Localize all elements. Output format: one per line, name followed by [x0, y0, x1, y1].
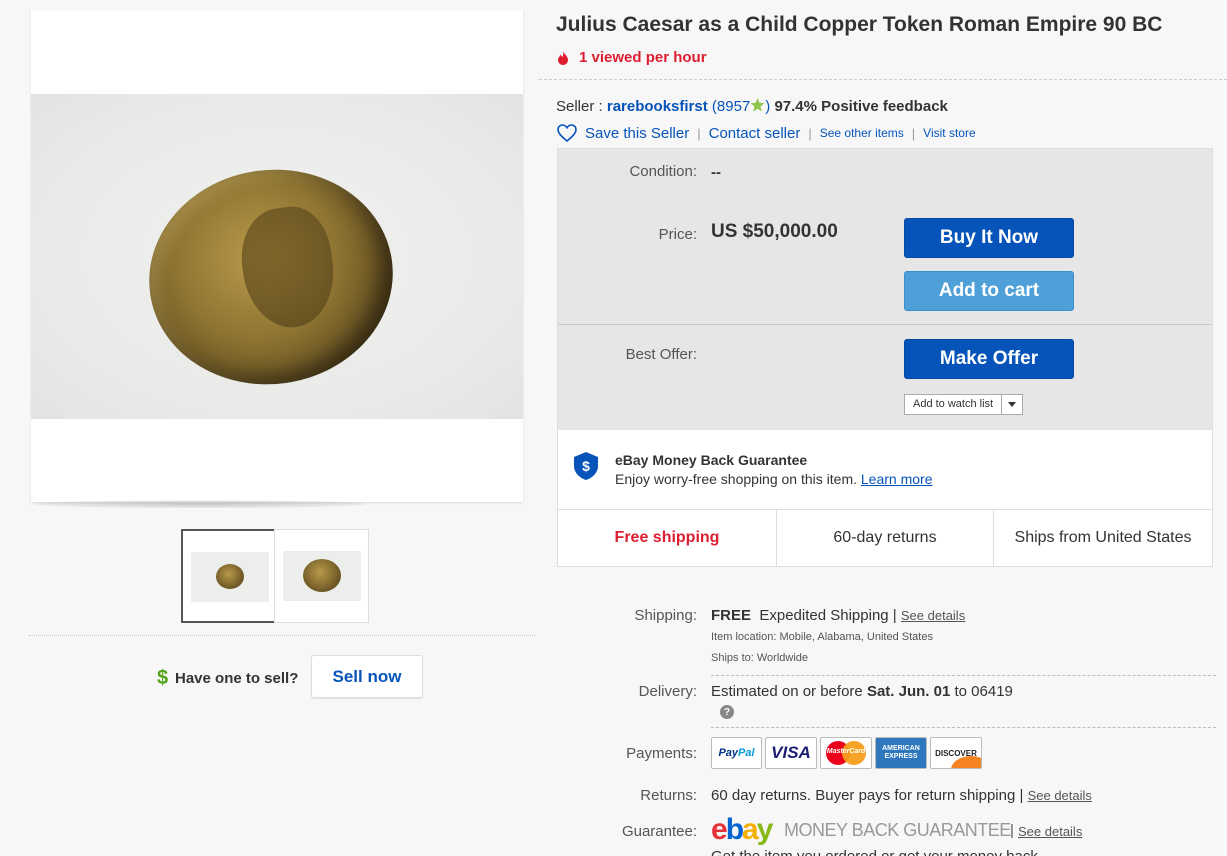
- condition-value: --: [711, 164, 721, 181]
- positive-feedback: 97.4% Positive feedback: [774, 98, 948, 115]
- returns-highlight: 60-day returns: [777, 510, 994, 566]
- guarantee-description: Get the item you ordered or get your mon…: [711, 848, 1042, 856]
- condition-label: Condition:: [629, 163, 697, 180]
- ebay-logo-b: b: [725, 813, 744, 846]
- svg-text:$: $: [582, 458, 590, 474]
- guarantee-see-details-link[interactable]: See details: [1018, 824, 1082, 839]
- visa-logo: VISA: [765, 737, 817, 769]
- coin-photo: [31, 94, 523, 419]
- separator: |: [911, 125, 916, 141]
- heart-icon[interactable]: [557, 124, 577, 142]
- add-to-cart-button[interactable]: Add to cart: [904, 271, 1074, 311]
- divider: [29, 635, 535, 636]
- delivery-prefix: Estimated on or before: [711, 683, 863, 700]
- shield-icon: $: [574, 452, 598, 480]
- guarantee-panel: [558, 430, 1212, 509]
- seller-info: Seller : rarebooksfirst (8957) 97.4% Pos…: [556, 98, 948, 115]
- guarantee-title: eBay Money Back Guarantee: [615, 452, 808, 468]
- separator: |: [697, 125, 701, 141]
- ebay-logo-y: y: [756, 813, 774, 846]
- price-value: US $50,000.00: [711, 221, 838, 242]
- see-other-items-link[interactable]: See other items: [820, 126, 904, 140]
- ebay-logo-a: a: [742, 813, 759, 846]
- divider: [711, 727, 1216, 728]
- image-shadow: [35, 500, 365, 508]
- ships-from-highlight: Ships from United States: [1014, 529, 1192, 546]
- viewed-indicator: 1 viewed per hour: [556, 49, 707, 66]
- ships-to: Ships to: Worldwide: [711, 652, 809, 664]
- shipping-method: Expedited Shipping |: [759, 607, 897, 624]
- sell-prompt: Have one to sell?: [175, 670, 299, 687]
- thumbnail-coin: [303, 559, 341, 592]
- divider: [539, 79, 1227, 80]
- add-to-watch-list-button[interactable]: Add to watch list: [905, 395, 1003, 414]
- returns-see-details-link[interactable]: See details: [1028, 788, 1092, 803]
- sell-now-button[interactable]: Sell now: [311, 655, 423, 698]
- amex-logo: AMERICAN EXPRESS: [875, 737, 927, 769]
- separator: |: [808, 125, 812, 141]
- save-seller-link[interactable]: Save this Seller: [585, 125, 689, 142]
- viewed-text: 1 viewed per hour: [579, 49, 707, 66]
- thumbnail-coin: [216, 564, 244, 589]
- thumbnail-photo: [283, 551, 361, 601]
- flame-icon: [558, 50, 568, 65]
- separator: |: [1010, 822, 1014, 839]
- guarantee-subtitle-text: Enjoy worry-free shopping on this item.: [615, 471, 857, 487]
- returns-text: 60 day returns. Buyer pays for return sh…: [711, 787, 1024, 804]
- divider: [711, 675, 1216, 676]
- delivery-label: Delivery:: [638, 683, 697, 700]
- paypal-logo: Pay Pal: [711, 737, 762, 769]
- delivery-date: Sat. Jun. 01: [866, 683, 951, 700]
- mastercard-circles: MasterCard: [824, 740, 868, 766]
- item-title: Julius Caesar as a Child Copper Token Ro…: [556, 13, 1163, 36]
- paypal-text-a: Pay: [718, 747, 739, 759]
- ebay-logo: ebay: [711, 813, 774, 846]
- highlights-row: Free shipping 60-day returns Ships from …: [558, 509, 1212, 566]
- shipping-value: FREE Expedited Shipping | See details: [711, 607, 965, 624]
- delivery-value: Estimated on or before Sat. Jun. 01 to 0…: [711, 683, 1013, 700]
- price-label: Price:: [658, 226, 697, 243]
- guarantee-subtitle: Enjoy worry-free shopping on this item. …: [615, 471, 932, 487]
- shipping-see-details-link[interactable]: See details: [901, 608, 965, 623]
- coin-image: [135, 154, 407, 400]
- seller-name-link[interactable]: rarebooksfirst: [607, 98, 708, 115]
- thumbnail-2[interactable]: [274, 529, 369, 623]
- watch-list-control: Add to watch list: [904, 394, 1024, 415]
- contact-seller-link[interactable]: Contact seller: [709, 125, 801, 142]
- feedback-score-open[interactable]: (8957: [712, 98, 750, 115]
- make-offer-button[interactable]: Make Offer: [904, 339, 1074, 379]
- discover-logo: DISCOVER: [930, 737, 982, 769]
- thumbnail-photo: [191, 552, 269, 602]
- delivery-suffix: to 06419: [954, 683, 1013, 700]
- discover-text: DISCOVER: [935, 748, 977, 758]
- returns-value: 60 day returns. Buyer pays for return sh…: [711, 787, 1092, 804]
- ebay-logo-e: e: [711, 813, 728, 846]
- item-location: Item location: Mobile, Alabama, United S…: [711, 631, 933, 643]
- mastercard-text: MasterCard: [826, 748, 866, 755]
- star-icon: [750, 98, 765, 112]
- shipping-label: Shipping:: [634, 607, 697, 624]
- visit-store-link[interactable]: Visit store: [923, 126, 975, 140]
- mastercard-logo: MasterCard: [820, 737, 872, 769]
- free-shipping-highlight: Free shipping: [558, 510, 777, 566]
- seller-actions: Save this Seller | Contact seller | See …: [557, 124, 976, 142]
- paypal-text-b: Pal: [738, 747, 755, 759]
- seller-prefix: Seller :: [556, 98, 603, 115]
- payments-label: Payments:: [626, 745, 697, 762]
- divider: [558, 324, 1212, 325]
- thumbnail-1[interactable]: [181, 529, 276, 623]
- shipping-free: FREE: [711, 607, 752, 624]
- caret-down-icon: [1008, 402, 1017, 407]
- learn-more-link[interactable]: Learn more: [861, 471, 933, 487]
- buy-it-now-button[interactable]: Buy It Now: [904, 218, 1074, 258]
- best-offer-label: Best Offer:: [625, 346, 697, 363]
- main-item-image[interactable]: [31, 10, 523, 502]
- dollar-icon: $: [157, 667, 169, 689]
- guarantee-label: Guarantee:: [621, 823, 697, 840]
- returns-label: Returns:: [640, 787, 697, 804]
- watch-list-dropdown[interactable]: [1002, 395, 1022, 414]
- feedback-score-close: ): [765, 98, 771, 115]
- money-back-guarantee-text: MONEY BACK GUARANTEE: [784, 820, 1011, 840]
- help-icon[interactable]: ?: [720, 705, 734, 719]
